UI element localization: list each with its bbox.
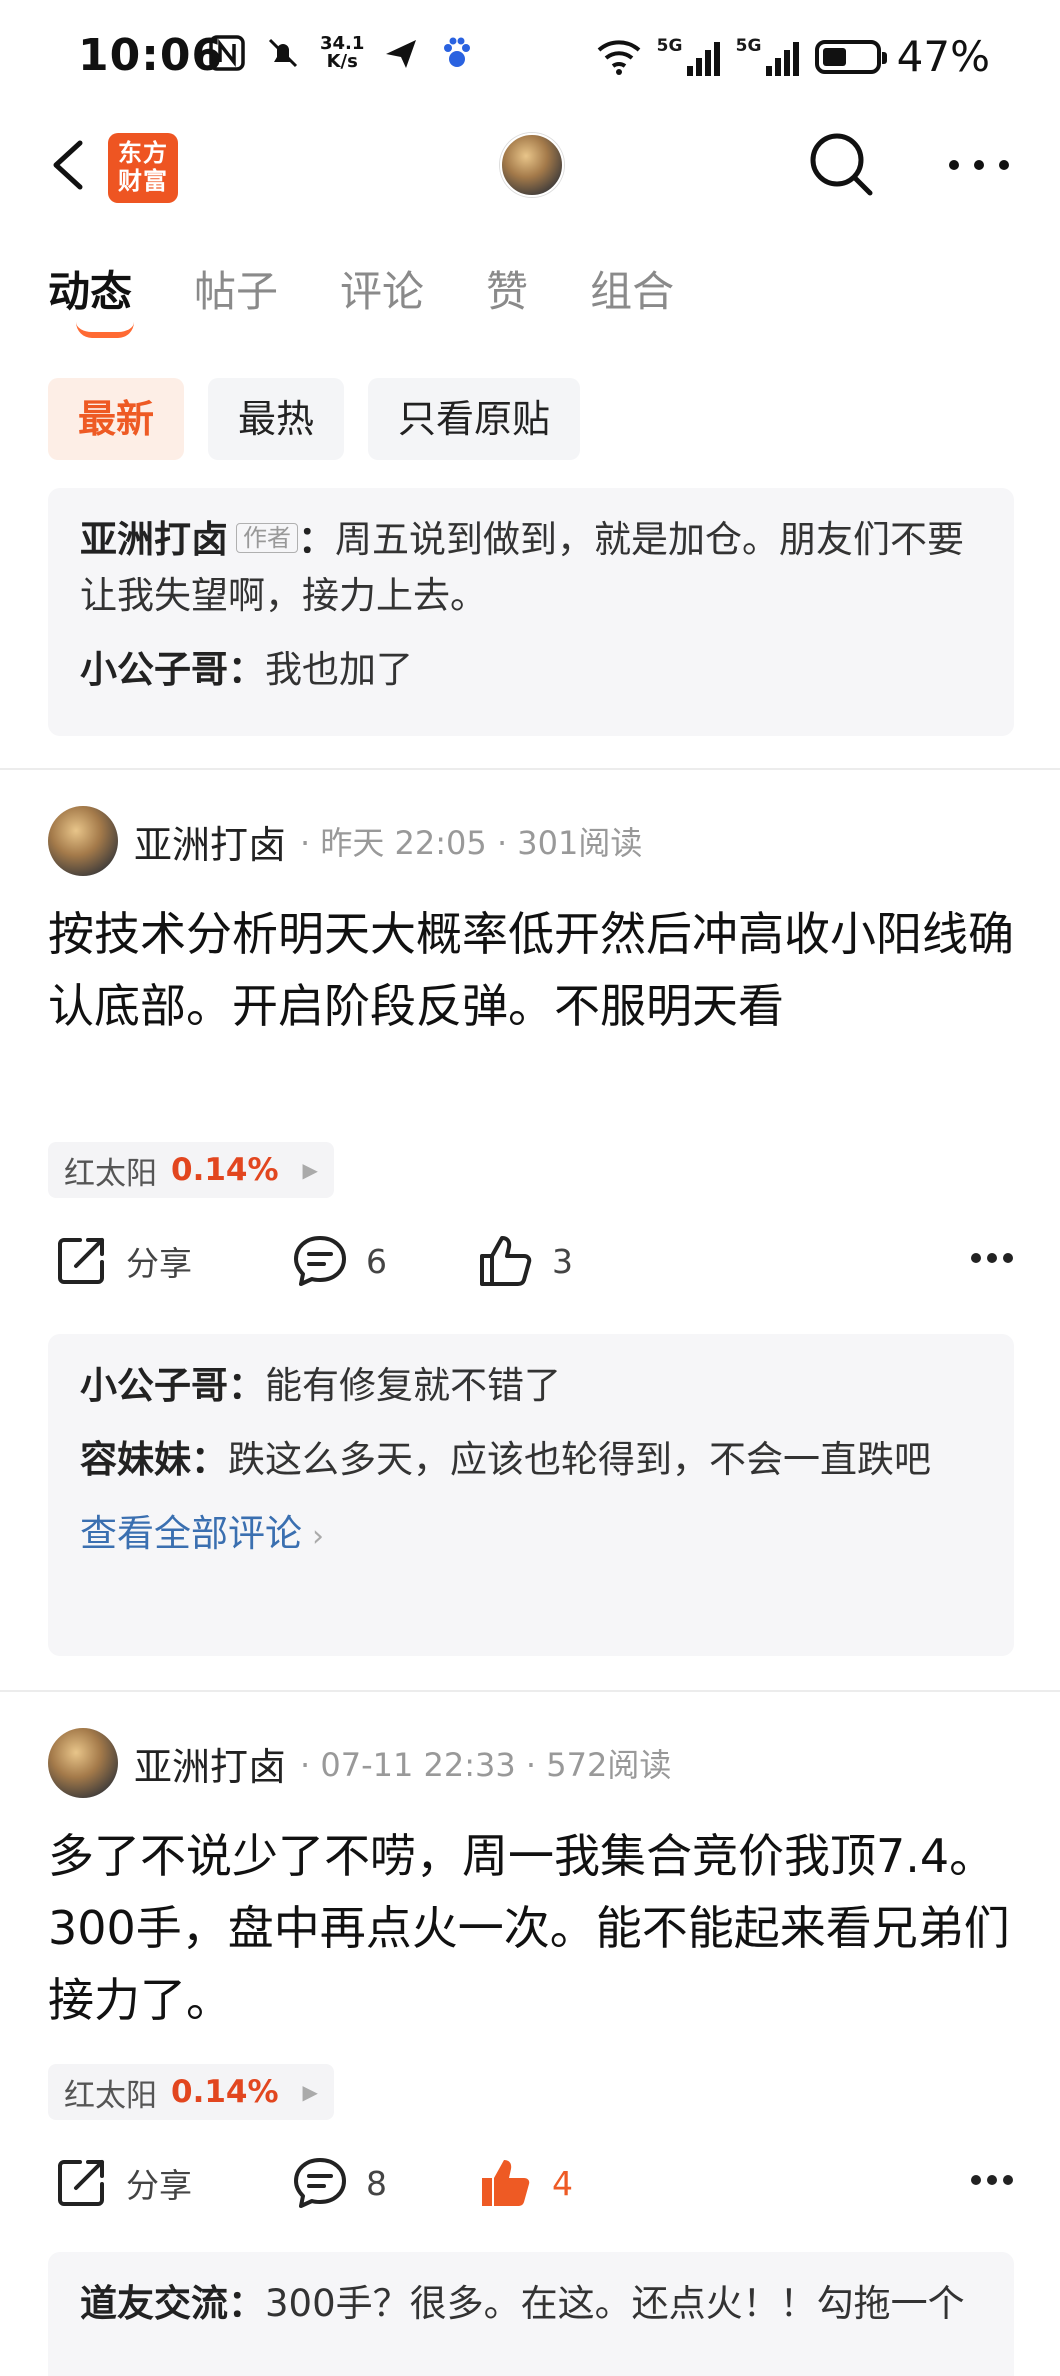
comment-line: 小公子哥：我也加了 [80, 648, 413, 691]
avatar[interactable] [48, 1728, 118, 1798]
more-icon[interactable] [970, 1252, 1014, 1264]
comment-button[interactable]: 6 [292, 1234, 387, 1288]
comment-line: 亚洲打卤 作者 ：周五说到做到，就是加仓。朋友们不要让我失望啊，接力上去。 [80, 518, 964, 617]
comment-icon [294, 2158, 346, 2208]
more-icon[interactable] [970, 2174, 1014, 2186]
filter-chips: 最新 最热 只看原贴 [48, 378, 581, 460]
filter-latest[interactable]: 最新 [48, 378, 185, 460]
comment-text: 能有修复就不错了 [265, 1364, 561, 1407]
comment-author[interactable]: 小公子哥 [80, 1364, 228, 1407]
tab-comments[interactable]: 评论 [340, 258, 424, 319]
post-actions: 分享 6 3 [48, 1234, 1014, 1304]
post-actions: 分享 8 4 [48, 2156, 1014, 2226]
back-arrow-icon[interactable] [44, 135, 94, 195]
post-author[interactable]: 亚洲打卤 [134, 1736, 286, 1791]
comment-line: 道友交流：300手？很多。在这。还点火！！勾拖一个 [80, 2282, 965, 2325]
top-header: 东方 财富 [0, 115, 1060, 215]
comment-line: 容妹妹：跌这么多天，应该也轮得到，不会一直跌吧 [80, 1438, 931, 1481]
comment-author[interactable]: 小公子哥 [80, 648, 228, 691]
like-button[interactable]: 3 [478, 1234, 573, 1288]
like-icon [480, 1236, 532, 1286]
avatar[interactable] [500, 133, 564, 197]
post-header: 亚洲打卤 · 07-11 22:33 · 572阅读 [48, 1728, 671, 1798]
status-time: 10:06 [78, 30, 224, 81]
app-logo[interactable]: 东方 财富 [108, 133, 178, 203]
stock-name: 红太阳 [64, 2077, 157, 2114]
wifi-icon [597, 39, 640, 75]
status-right-icons: 5G 5G 47% [597, 32, 990, 81]
filter-original-only[interactable]: 只看原贴 [368, 378, 581, 460]
pinned-comments[interactable]: 亚洲打卤 作者 ：周五说到做到，就是加仓。朋友们不要让我失望啊，接力上去。 小公子哥… [48, 488, 1014, 736]
tab-bar: 动态 帖子 评论 赞 组合 [48, 258, 736, 338]
comment-author[interactable]: 亚洲打卤 [80, 518, 228, 561]
net-speed: 34.1 K/s [320, 33, 365, 72]
share-button[interactable]: 分享 [54, 2156, 192, 2210]
comment-icon [294, 1236, 346, 1286]
post-meta: · 昨天 22:05 · 301阅读 [300, 824, 643, 862]
chevron-right-icon: › [312, 1519, 324, 1554]
tab-feed[interactable]: 动态 [48, 258, 135, 338]
tab-portfolio[interactable]: 组合 [590, 258, 674, 319]
comment-text: 300手？很多。在这。还点火！！勾拖一个 [265, 2282, 965, 2325]
nfc-icon [209, 35, 245, 71]
stock-name: 红太阳 [64, 1155, 157, 1192]
paper-plane-icon [386, 40, 417, 68]
chevron-right-icon: ▶ [302, 1158, 318, 1182]
more-icon[interactable] [944, 145, 1014, 185]
divider [0, 1690, 1060, 1692]
stock-tag[interactable]: 红太阳 0.14% ▶ [48, 1142, 334, 1198]
stock-tag[interactable]: 红太阳 0.14% ▶ [48, 2064, 334, 2120]
like-filled-icon [482, 2160, 530, 2206]
author-tag: 作者 [236, 523, 298, 553]
mute-bell-icon [268, 38, 298, 68]
avatar[interactable] [48, 806, 118, 876]
comment-author[interactable]: 道友交流 [80, 2282, 228, 2325]
battery-icon [814, 39, 887, 74]
share-button[interactable]: 分享 [54, 1234, 192, 1288]
tab-likes[interactable]: 赞 [486, 258, 528, 319]
view-all-comments-link[interactable]: 查看全部评论 › [80, 1506, 982, 1565]
baidu-paw-icon [444, 37, 471, 67]
signal-2-icon: 5G [736, 36, 799, 76]
status-left-icons: 34.1 K/s [208, 34, 476, 72]
comment-text: 我也加了 [265, 648, 413, 691]
chevron-right-icon: ▶ [302, 2080, 318, 2104]
divider [0, 768, 1060, 770]
post-comments[interactable]: 小公子哥：能有修复就不错了 容妹妹：跌这么多天，应该也轮得到，不会一直跌吧 查看… [48, 1334, 1014, 1656]
share-icon [58, 2160, 104, 2206]
filter-hot[interactable]: 最热 [208, 378, 345, 460]
comment-button[interactable]: 8 [292, 2156, 387, 2210]
status-bar: 10:06 34.1 K/s 5G 5G 47% [0, 0, 1060, 115]
post-text[interactable]: 按技术分析明天大概率低开然后冲高收小阳线确认底部。开启阶段反弹。不服明天看 [48, 898, 1018, 1042]
post-text[interactable]: 多了不说少了不唠，周一我集合竞价我顶7.4。300手，盘中再点火一次。能不能起来… [48, 1820, 1018, 2036]
comment-text: 跌这么多天，应该也轮得到，不会一直跌吧 [228, 1438, 931, 1481]
stock-change: 0.14% [171, 1152, 279, 1188]
battery-percent: 47% [896, 32, 990, 81]
stock-change: 0.14% [171, 2074, 279, 2110]
comment-author[interactable]: 容妹妹 [80, 1438, 191, 1481]
post-author[interactable]: 亚洲打卤 [134, 814, 286, 869]
comment-line: 小公子哥：能有修复就不错了 [80, 1364, 561, 1407]
tab-posts[interactable]: 帖子 [194, 258, 278, 319]
post-meta: · 07-11 22:33 · 572阅读 [300, 1746, 672, 1784]
share-icon [58, 1238, 104, 1284]
like-button[interactable]: 4 [478, 2156, 573, 2210]
post-header: 亚洲打卤 · 昨天 22:05 · 301阅读 [48, 806, 642, 876]
search-icon[interactable] [806, 129, 876, 199]
post-comments[interactable]: 道友交流：300手？很多。在这。还点火！！勾拖一个 [48, 2252, 1014, 2376]
signal-1-icon: 5G [657, 36, 720, 76]
